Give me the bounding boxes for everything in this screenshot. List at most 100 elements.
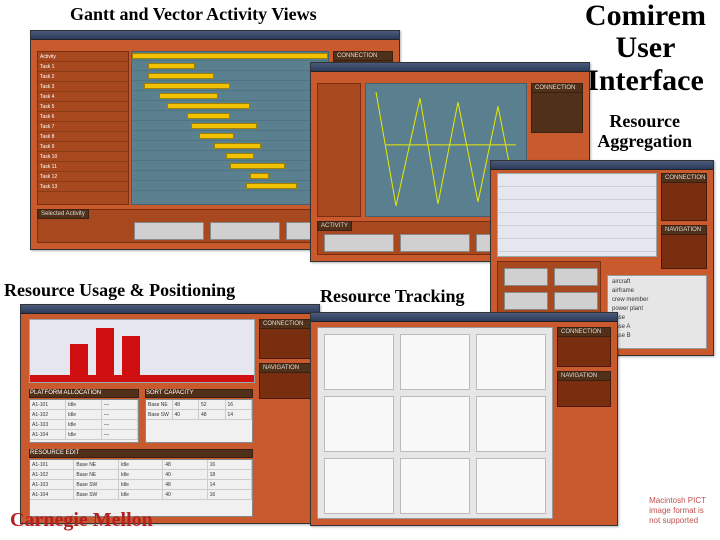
table-row[interactable]: A1-102Base NEIdle4018 xyxy=(30,470,252,480)
gantt-row-label[interactable]: Task 8 xyxy=(38,132,128,142)
gantt-row[interactable] xyxy=(132,62,328,71)
mini-info xyxy=(554,292,598,310)
tracking-cell[interactable] xyxy=(476,458,546,514)
tracking-cell[interactable] xyxy=(324,458,394,514)
gantt-row-label[interactable]: Task 2 xyxy=(38,72,128,82)
gantt-row-label[interactable]: Task 1 xyxy=(38,62,128,72)
tree-item[interactable]: crew member xyxy=(612,296,702,305)
gantt-row-label[interactable]: Task 11 xyxy=(38,162,128,172)
gantt-bar[interactable] xyxy=(199,133,234,139)
gantt-bar[interactable] xyxy=(230,163,285,169)
gantt-bar[interactable] xyxy=(250,173,270,179)
panel-connection: CONNECTION xyxy=(531,83,583,133)
tracking-viewport[interactable] xyxy=(317,327,553,519)
mini-info xyxy=(504,292,548,310)
gantt-bar[interactable] xyxy=(191,123,258,129)
gantt-row[interactable] xyxy=(132,72,328,81)
tracking-cell[interactable] xyxy=(400,396,470,452)
table-sort-capacity[interactable]: Base NE485216Base SW404814 xyxy=(145,399,253,443)
gantt-row[interactable] xyxy=(132,132,328,141)
watermark-line: not supported xyxy=(649,516,698,525)
gantt-bar[interactable] xyxy=(144,83,230,89)
table-cell: Base SW xyxy=(74,490,118,499)
gantt-row-label[interactable]: Task 6 xyxy=(38,112,128,122)
gantt-bar[interactable] xyxy=(159,93,218,99)
table-cell: A1-103 xyxy=(30,420,66,429)
gantt-bar[interactable] xyxy=(226,153,253,159)
table-cell: 40 xyxy=(163,490,207,499)
window-titlebar[interactable] xyxy=(491,161,713,170)
gantt-row[interactable] xyxy=(132,82,328,91)
table-row[interactable]: Base NE485216 xyxy=(146,400,252,410)
gantt-row[interactable] xyxy=(132,172,328,181)
tree-item[interactable]: airframe xyxy=(612,287,702,296)
window-titlebar[interactable] xyxy=(311,63,589,72)
gantt-bar[interactable] xyxy=(148,73,215,79)
gantt-bar[interactable] xyxy=(132,53,328,59)
watermark-line: Macintosh PICT xyxy=(649,496,706,505)
panel-navigation: NAVIGATION xyxy=(259,363,313,399)
tree-item[interactable]: base A xyxy=(612,323,702,332)
vector-activity-list[interactable] xyxy=(317,83,361,217)
gantt-row[interactable] xyxy=(132,92,328,101)
table-row[interactable]: A1-104Base SWIdle4016 xyxy=(30,490,252,500)
aggregation-bands[interactable] xyxy=(497,173,657,257)
tree-item[interactable]: aircraft xyxy=(612,278,702,287)
gantt-row[interactable] xyxy=(132,102,328,111)
gantt-row-label[interactable]: Task 13 xyxy=(38,182,128,192)
usage-histogram[interactable] xyxy=(29,319,255,383)
gantt-row-label[interactable]: Task 5 xyxy=(38,102,128,112)
gantt-activity-list[interactable]: ActivityTask 1Task 2Task 3Task 4Task 5Ta… xyxy=(37,51,129,205)
gantt-row[interactable] xyxy=(132,52,328,61)
gantt-bar[interactable] xyxy=(214,143,261,149)
gantt-row[interactable] xyxy=(132,182,328,191)
tracking-cell[interactable] xyxy=(400,334,470,390)
gantt-bar[interactable] xyxy=(246,183,297,189)
tracking-cell[interactable] xyxy=(400,458,470,514)
tree-item[interactable]: base xyxy=(612,314,702,323)
gantt-row-label[interactable]: Task 7 xyxy=(38,122,128,132)
gantt-row-label[interactable]: Task 9 xyxy=(38,142,128,152)
gantt-row[interactable] xyxy=(132,142,328,151)
table-row[interactable]: A1-101Base NEIdle4816 xyxy=(30,460,252,470)
resource-tree[interactable]: aircraft airframe crew member power plan… xyxy=(607,275,707,349)
gantt-row[interactable] xyxy=(132,152,328,161)
table-row[interactable]: A1-103Idle— xyxy=(30,420,138,430)
gantt-row-label[interactable]: Task 12 xyxy=(38,172,128,182)
gantt-chart[interactable] xyxy=(131,51,329,205)
window-titlebar[interactable] xyxy=(31,31,399,40)
gantt-row-label[interactable]: Task 10 xyxy=(38,152,128,162)
gantt-row[interactable] xyxy=(132,112,328,121)
watermark-line: image format is xyxy=(649,506,704,515)
table-row[interactable]: A1-104Idle— xyxy=(30,430,138,440)
table-cell: 48 xyxy=(173,400,200,409)
table-row[interactable]: A1-101Idle— xyxy=(30,400,138,410)
tracking-cell[interactable] xyxy=(476,334,546,390)
title-usage: Resource Usage & Positioning xyxy=(4,280,235,301)
table-platform-allocation[interactable]: A1-101Idle—A1-102Idle—A1-103Idle—A1-104I… xyxy=(29,399,139,443)
title-aggregation: Resource Aggregation xyxy=(597,112,692,152)
usage-bar xyxy=(70,344,88,382)
table-row[interactable]: Base SW404814 xyxy=(146,410,252,420)
mini-info-1 xyxy=(134,222,204,240)
table-cell: A1-102 xyxy=(30,410,66,419)
tracking-cell[interactable] xyxy=(476,396,546,452)
gantt-row[interactable] xyxy=(132,162,328,171)
table-row[interactable]: A1-103Base SWIdle4814 xyxy=(30,480,252,490)
tracking-cell[interactable] xyxy=(324,396,394,452)
tree-item[interactable]: power plant xyxy=(612,305,702,314)
gantt-bar[interactable] xyxy=(167,103,249,109)
tree-item[interactable]: base B xyxy=(612,332,702,341)
tracking-cell[interactable] xyxy=(324,334,394,390)
gantt-row-label[interactable]: Activity xyxy=(38,52,128,62)
gantt-row-label[interactable]: Task 3 xyxy=(38,82,128,92)
table-row[interactable]: A1-102Idle— xyxy=(30,410,138,420)
gantt-bar[interactable] xyxy=(187,113,230,119)
window-titlebar[interactable] xyxy=(21,305,319,314)
table-cell: — xyxy=(102,400,138,409)
table-cell: A1-104 xyxy=(30,430,66,439)
gantt-bar[interactable] xyxy=(148,63,195,69)
gantt-row[interactable] xyxy=(132,122,328,131)
window-titlebar[interactable] xyxy=(311,313,617,322)
gantt-row-label[interactable]: Task 4 xyxy=(38,92,128,102)
